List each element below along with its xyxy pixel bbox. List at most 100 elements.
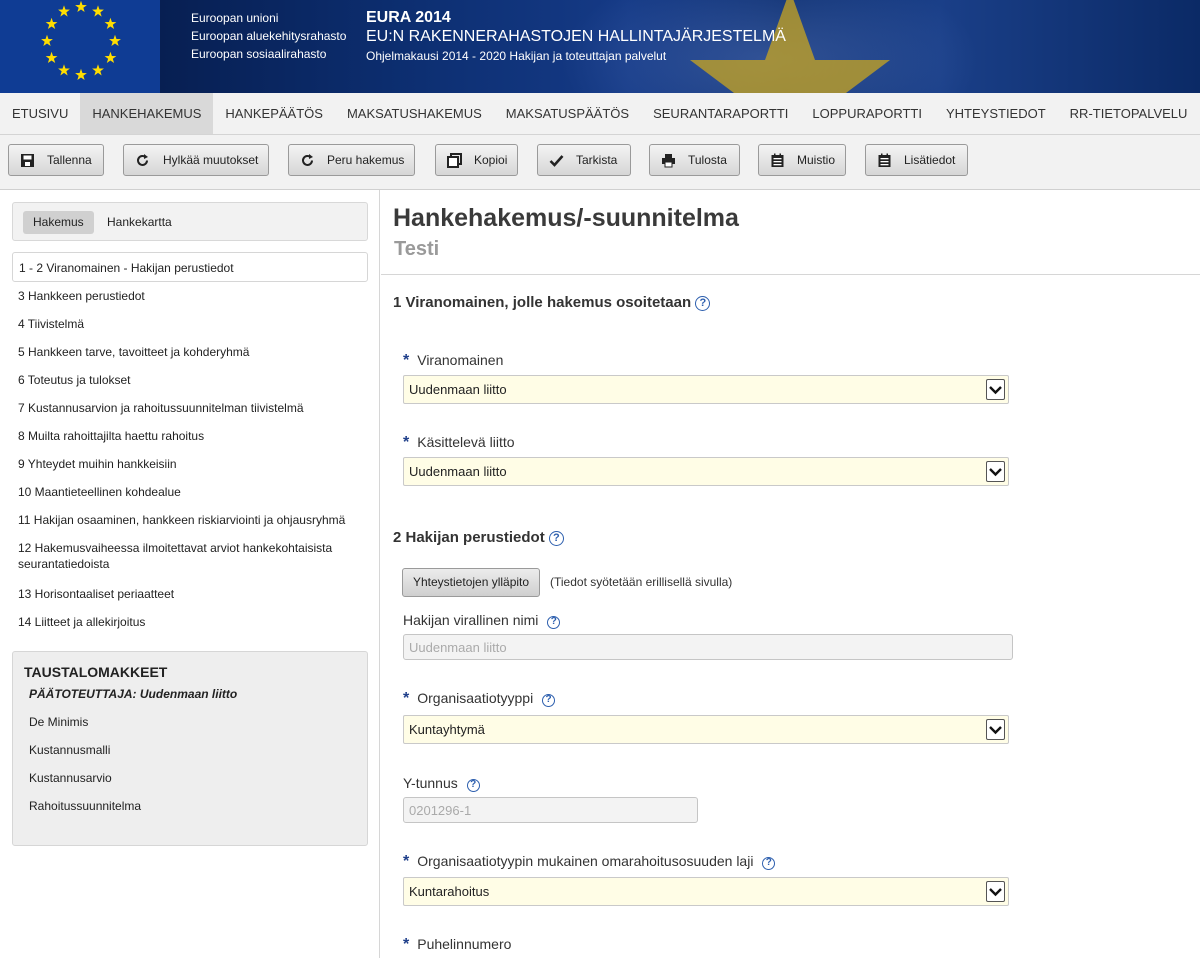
phone-label: * Puhelinnumero — [403, 936, 511, 954]
handler-select-value: Uudenmaan liitto — [409, 464, 507, 479]
ytunnus-value: 0201296-1 — [409, 803, 472, 818]
nav-item-seurantaraportti[interactable]: Seurantaraportti — [641, 93, 800, 134]
eu-star — [92, 5, 104, 17]
help-icon[interactable]: ? — [466, 779, 480, 792]
sidebar-item-7[interactable]: 7 Kustannusarvion ja rahoitussuunnitelma… — [12, 400, 368, 416]
nav-item-maksatuspaatos[interactable]: Maksatuspäätös — [494, 93, 641, 134]
nav-item-maksatushakemus[interactable]: Maksatushakemus — [335, 93, 494, 134]
cancel-application-button[interactable]: Peru hakemus — [288, 144, 415, 176]
required-marker: * — [403, 434, 410, 451]
background-form-kustannusmalli[interactable]: Kustannusmalli — [29, 743, 110, 757]
nav-item-rr-tietopalvelu[interactable]: RR-tietopalvelu — [1058, 93, 1200, 134]
phone-label-text: Puhelinnumero — [417, 936, 512, 952]
sidebar-item-14[interactable]: 14 Liitteet ja allekirjoitus — [12, 614, 368, 630]
org-type-label-text: Organisaatiotyyppi — [417, 690, 534, 706]
section-2-heading: 2 Hakijan perustiedot ? — [393, 529, 564, 546]
eu-star — [58, 64, 70, 76]
fund-name: Euroopan aluekehitysrahasto — [191, 29, 347, 43]
refresh-icon — [302, 154, 313, 166]
contact-maintenance-button[interactable]: Yhteystietojen ylläpito — [402, 568, 541, 597]
handler-label-text: Käsittelevä liitto — [417, 434, 515, 450]
save-button[interactable]: Tallenna — [8, 144, 104, 176]
toolbar: Tallenna Hylkää muutokset Peru hakemus K… — [0, 135, 1200, 190]
copy-button[interactable]: Kopioi — [435, 144, 518, 176]
authority-select-value: Uudenmaan liitto — [409, 382, 507, 397]
header-title-block: EURA 2014 EU:N RAKENNERAHASTOJEN HALLINT… — [366, 9, 786, 65]
help-icon[interactable]: ? — [762, 857, 776, 870]
reject-changes-label: Hylkää muutokset — [163, 153, 259, 167]
ytunnus-label-text: Y-tunnus — [403, 775, 458, 791]
sidebar-item-9[interactable]: 9 Yhteydet muihin hankkeisiin — [12, 456, 368, 472]
save-icon — [21, 154, 34, 167]
background-forms-panel: TAUSTALOMAKKEET PÄÄTOTEUTTAJA: Uudenmaan… — [12, 651, 368, 846]
authority-select[interactable]: Uudenmaan liitto — [403, 375, 1009, 404]
background-form-kustannusarvio[interactable]: Kustannusarvio — [29, 771, 112, 785]
sidebar-item-12[interactable]: 12 Hakemusvaiheessa ilmoitettavat arviot… — [12, 540, 342, 572]
nav-item-hankepaatos[interactable]: Hankepäätös — [213, 93, 335, 134]
copy-button-label: Kopioi — [474, 153, 508, 167]
required-marker: * — [403, 936, 410, 953]
print-button[interactable]: Tulosta — [649, 144, 740, 176]
eu-star — [104, 17, 117, 30]
app-tagline: Ohjelmakausi 2014 - 2020 Hakijan ja tote… — [366, 49, 667, 63]
eu-star — [75, 68, 87, 81]
background-form-rahoitussuunnitelma[interactable]: Rahoitussuunnitelma — [29, 799, 141, 813]
sidebar-item-13[interactable]: 13 Horisontaaliset periaatteet — [12, 586, 368, 602]
sidebar-item-10[interactable]: 10 Maantieteellinen kohdealue — [12, 484, 368, 500]
help-icon[interactable]: ? — [542, 694, 556, 707]
nav-item-yhteystiedot[interactable]: Yhteystiedot — [934, 93, 1058, 134]
sidebar-item-6[interactable]: 6 Toteutus ja tulokset — [12, 372, 368, 388]
additional-info-button[interactable]: Lisätiedot — [865, 144, 968, 176]
sidebar-item-3[interactable]: 3 Hankkeen perustiedot — [12, 288, 368, 304]
check-button[interactable]: Tarkista — [537, 144, 631, 176]
sidebar-item-11[interactable]: 11 Hakijan osaaminen, hankkeen riskiarvi… — [12, 512, 368, 528]
sidebar-item-4[interactable]: 4 Tiivistelmä — [12, 316, 368, 332]
chevron-down-icon — [986, 881, 1005, 902]
check-button-label: Tarkista — [576, 153, 618, 167]
official-name-field[interactable]: Uudenmaan liitto — [403, 634, 1013, 660]
tab-hankekartta[interactable]: Hankekartta — [97, 211, 182, 234]
eu-flag — [0, 0, 160, 93]
org-type-select-value: Kuntayhtymä — [409, 722, 485, 737]
handler-select[interactable]: Uudenmaan liitto — [403, 457, 1009, 486]
help-icon[interactable]: ? — [548, 531, 564, 546]
tab-hakemus[interactable]: Hakemus — [23, 211, 94, 234]
sidebar-item-8[interactable]: 8 Muilta rahoittajilta haettu rahoitus — [12, 428, 368, 444]
eu-star — [45, 17, 58, 30]
print-button-label: Tulosta — [688, 153, 727, 167]
section-1-heading-text: 1 Viranomainen, jolle hakemus osoitetaan — [393, 294, 692, 311]
sidebar-item-5[interactable]: 5 Hankkeen tarve, tavoitteet ja kohderyh… — [12, 344, 368, 360]
background-form-de-minimis[interactable]: De Minimis — [29, 715, 88, 729]
memo-button[interactable]: Muistio — [758, 144, 846, 176]
eu-star — [41, 34, 53, 47]
nav-item-etusivu[interactable]: Etusivu — [0, 93, 80, 134]
nav-item-loppuraportti[interactable]: Loppuraportti — [800, 93, 934, 134]
chevron-down-icon — [986, 461, 1005, 482]
sidebar-item-1-2[interactable]: 1 - 2 Viranomainen - Hakijan perustiedot — [12, 252, 368, 282]
app-subtitle: EU:N RAKENNERAHASTOJEN HALLINTAJÄRJESTEL… — [366, 28, 786, 45]
ytunnus-field[interactable]: 0201296-1 — [403, 797, 698, 823]
official-name-label: Hakijan virallinen nimi ? — [403, 612, 561, 629]
page-subtitle: Testi — [394, 238, 440, 260]
chevron-down-icon — [986, 719, 1005, 740]
help-icon[interactable]: ? — [547, 616, 561, 629]
required-marker: * — [403, 690, 410, 707]
org-type-select[interactable]: Kuntayhtymä — [403, 715, 1009, 744]
site-header: Euroopan unioni Euroopan aluekehitysraha… — [0, 0, 1200, 93]
required-marker: * — [403, 853, 410, 870]
help-icon[interactable]: ? — [695, 296, 711, 311]
section-2-heading-text: 2 Hakijan perustiedot — [393, 529, 545, 546]
nav-item-hankehakemus[interactable]: Hankehakemus — [80, 93, 214, 134]
main-implementer-label: PÄÄTOTEUTTAJA: Uudenmaan liitto — [29, 687, 238, 701]
own-funding-select[interactable]: Kuntarahoitus — [403, 877, 1009, 906]
official-name-value: Uudenmaan liitto — [409, 640, 507, 655]
copy-icon — [447, 153, 462, 168]
authority-label: * Viranomainen — [403, 352, 503, 370]
fund-list: Euroopan unioni Euroopan aluekehitysraha… — [191, 9, 346, 63]
notepad-icon — [878, 153, 891, 167]
eu-star — [109, 34, 121, 47]
checkmark-icon — [549, 155, 564, 167]
reject-changes-button[interactable]: Hylkää muutokset — [123, 144, 269, 176]
org-type-label: * Organisaatiotyyppi ? — [403, 690, 556, 708]
handler-label: * Käsittelevä liitto — [403, 434, 515, 452]
